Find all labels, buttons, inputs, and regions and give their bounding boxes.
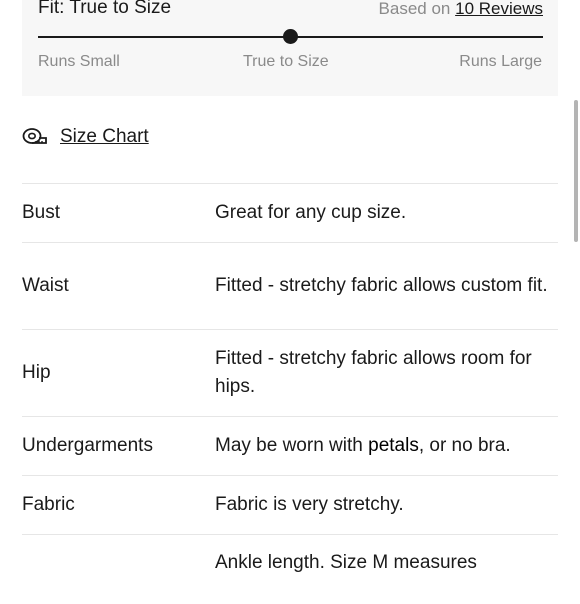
detail-label: Hip — [22, 362, 51, 383]
scale-label-large-word: Large — [501, 53, 542, 70]
detail-row-waist: Waist Fitted - stretchy fabric allows cu… — [22, 242, 558, 329]
fit-details-table: Bust Great for any cup size. Waist Fitte… — [22, 183, 558, 604]
detail-value: Great for any cup size. — [215, 202, 407, 223]
scale-label-true: True to Size — [243, 53, 329, 70]
detail-row-fabric: Fabric Fabric is very stretchy. — [22, 475, 558, 534]
scrollbar[interactable] — [574, 100, 578, 242]
detail-value: Fitted - stretchy fabric allows room for… — [215, 348, 532, 397]
size-chart-label: Size Chart — [60, 126, 149, 147]
detail-label: Fabric — [22, 494, 75, 515]
detail-label: Waist — [22, 275, 69, 296]
measuring-tape-icon — [22, 126, 48, 148]
detail-label: Bust — [22, 202, 61, 223]
detail-value-after: , or no bra. — [418, 435, 511, 456]
detail-row-bust: Bust Great for any cup size. — [22, 183, 558, 242]
detail-value: Ankle length. Size M measures — [215, 552, 477, 573]
detail-value-before: May be worn with — [215, 435, 363, 456]
detail-row-undergarments: Undergarments May be worn with petals, o… — [22, 416, 558, 475]
scale-label-small: Runs Small — [38, 53, 120, 70]
detail-value: May be worn with petals, or no bra. — [215, 432, 558, 460]
scale-label-large: Runs Large — [459, 53, 542, 71]
fit-summary: Fit: True to Size Based on 10 Reviews Ru… — [22, 0, 558, 96]
detail-label: Undergarments — [22, 435, 153, 456]
detail-value: Fitted - stretchy fabric allows custom f… — [215, 275, 548, 296]
detail-value-emphasis: petals — [368, 435, 419, 456]
based-on-prefix: Based on — [378, 0, 451, 18]
detail-value: Fabric is very stretchy. — [215, 494, 404, 515]
detail-row-length: Ankle length. Size M measures — [22, 534, 558, 604]
fit-scale-marker — [283, 29, 298, 44]
fit-based-on: Based on 10 Reviews — [379, 0, 543, 19]
reviews-link[interactable]: 10 Reviews — [455, 0, 543, 18]
size-chart-link[interactable]: Size Chart — [22, 126, 149, 148]
scale-label-large-prefix: Runs — [459, 53, 497, 70]
detail-row-hip: Hip Fitted - stretchy fabric allows room… — [22, 329, 558, 416]
fit-title: Fit: True to Size — [38, 0, 172, 18]
